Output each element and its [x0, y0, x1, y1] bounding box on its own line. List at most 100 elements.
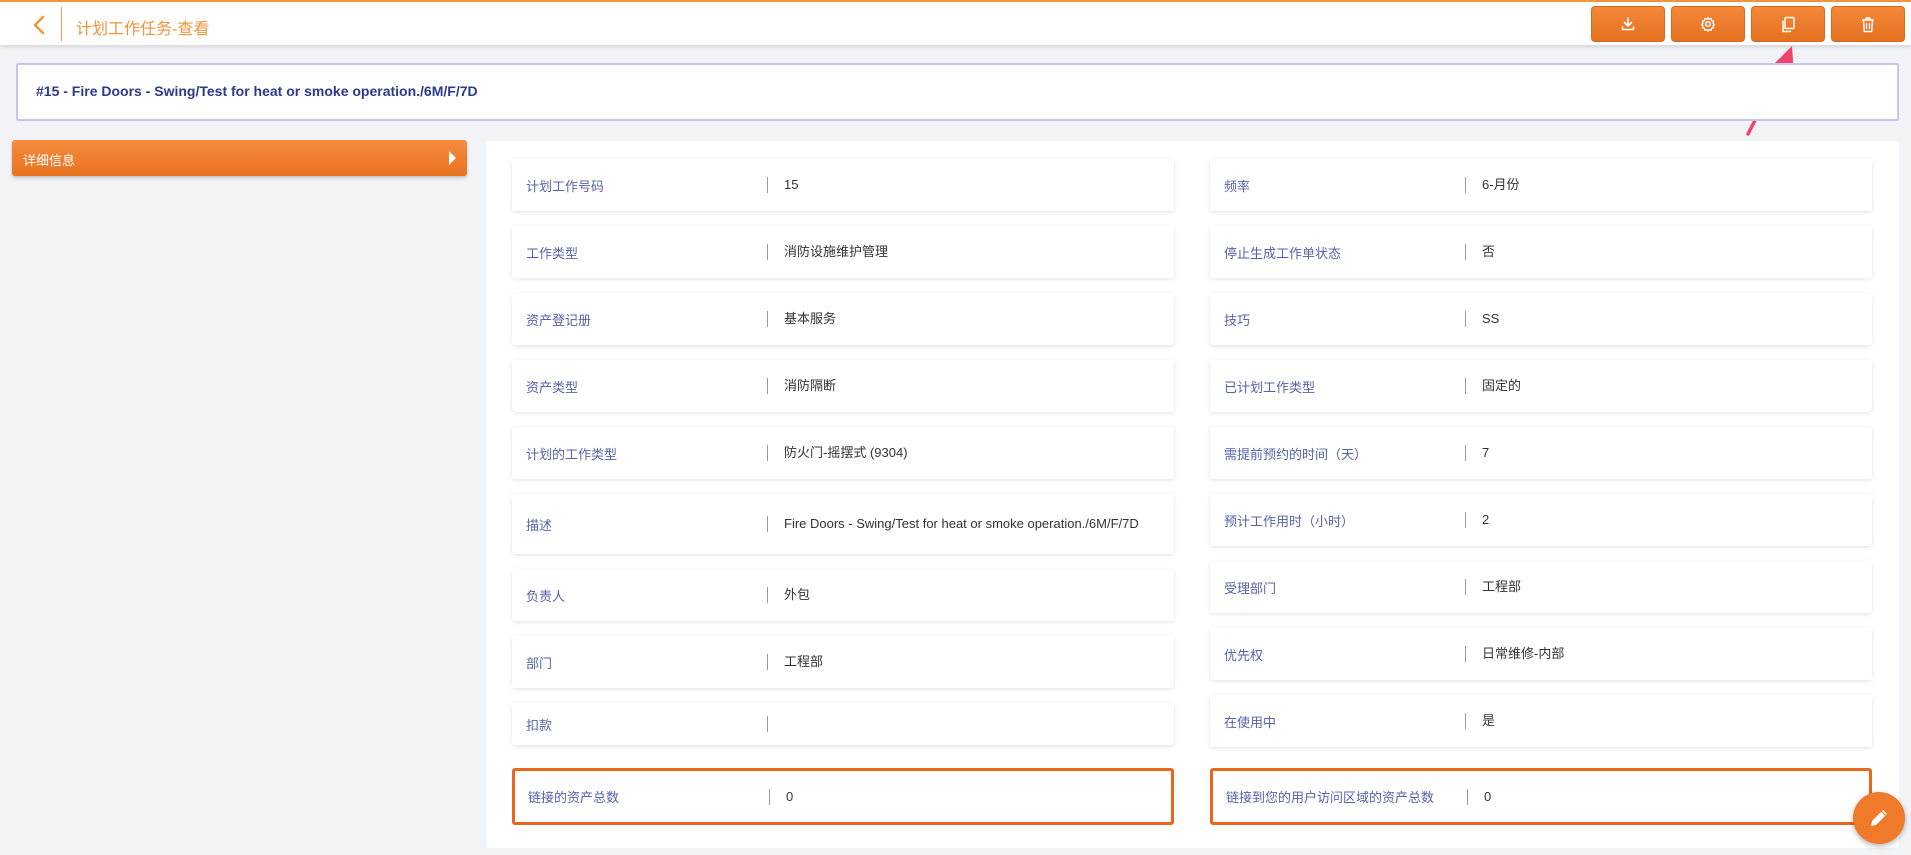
- download-icon: [1621, 17, 1635, 31]
- field-separator: [1465, 646, 1466, 662]
- chevron-left-icon: [33, 15, 45, 35]
- field-estimated-hours: 预计工作用时（小时） 2: [1210, 494, 1872, 546]
- copy-button[interactable]: [1751, 6, 1825, 42]
- field-separator: [767, 244, 768, 260]
- field-separator: [1465, 311, 1466, 327]
- field-label: 链接到您的用户访问区域的资产总数: [1226, 790, 1435, 805]
- field-user-area-asset-total: 链接到您的用户访问区域的资产总数 0: [1210, 768, 1872, 825]
- field-linked-asset-total: 链接的资产总数 0: [512, 768, 1174, 825]
- field-value: 日常维修-内部: [1482, 646, 1565, 661]
- field-owner: 负责人 外包: [512, 569, 1174, 621]
- field-label: 停止生成工作单状态: [1224, 245, 1342, 261]
- field-label: 已计划工作类型: [1224, 379, 1316, 395]
- field-value: 6-月份: [1482, 177, 1520, 192]
- field-separator: [1465, 378, 1466, 394]
- details-panel: 计划工作号码 15 工作类型 消防设施维护管理 资产登记册 基本服务 资产类型 …: [486, 141, 1899, 848]
- delete-button[interactable]: [1831, 6, 1905, 42]
- field-handling-department: 受理部门 工程部: [1210, 561, 1872, 613]
- field-frequency: 频率 6-月份: [1210, 159, 1872, 211]
- field-label: 资产登记册: [526, 312, 592, 328]
- field-separator: [1465, 512, 1466, 528]
- field-label: 资产类型: [526, 379, 579, 395]
- field-separator: [767, 378, 768, 394]
- field-priority: 优先权 日常维修-内部: [1210, 628, 1872, 680]
- tab-details-label: 详细信息: [23, 153, 76, 168]
- field-separator: [769, 788, 770, 805]
- download-button[interactable]: [1591, 6, 1665, 42]
- field-separator: [767, 587, 768, 603]
- tab-details[interactable]: 详细信息: [12, 140, 467, 176]
- field-separator: [1465, 177, 1466, 193]
- back-button[interactable]: [18, 10, 60, 40]
- topbar-divider: [61, 7, 62, 41]
- field-label: 在使用中: [1224, 714, 1277, 730]
- caret-right-icon: [449, 151, 456, 165]
- field-work-type: 工作类型 消防设施维护管理: [512, 226, 1174, 278]
- edit-button[interactable]: [1853, 792, 1905, 844]
- gear-icon: [1700, 16, 1716, 32]
- field-separator: [1465, 713, 1466, 729]
- field-label: 计划工作号码: [526, 178, 605, 194]
- field-separator: [1465, 244, 1466, 260]
- field-asset-register: 资产登记册 基本服务: [512, 293, 1174, 345]
- field-label: 频率: [1224, 178, 1251, 194]
- record-title: #15 - Fire Doors - Swing/Test for heat o…: [36, 83, 478, 99]
- settings-button[interactable]: [1671, 6, 1745, 42]
- field-value: 消防隔断: [784, 378, 837, 393]
- field-label: 描述: [526, 517, 553, 533]
- field-value: 2: [1482, 512, 1490, 527]
- pencil-icon: [1871, 810, 1887, 826]
- field-value: Fire Doors - Swing/Test for heat or smok…: [784, 516, 1139, 531]
- field-label: 链接的资产总数: [528, 790, 620, 805]
- field-scheduled-work-type: 已计划工作类型 固定的: [1210, 360, 1872, 412]
- field-asset-type: 资产类型 消防隔断: [512, 360, 1174, 412]
- field-separator: [1465, 579, 1466, 595]
- field-value: 基本服务: [784, 311, 837, 326]
- field-value: 工程部: [784, 654, 824, 669]
- field-label: 受理部门: [1224, 580, 1277, 596]
- field-separator: [1465, 445, 1466, 461]
- field-label: 部门: [526, 655, 553, 671]
- field-separator: [767, 716, 768, 732]
- field-value: 15: [784, 177, 799, 192]
- record-title-card: #15 - Fire Doors - Swing/Test for heat o…: [16, 63, 1899, 121]
- page-title: 计划工作任务-查看: [76, 21, 210, 38]
- field-stop-generating: 停止生成工作单状态 否: [1210, 226, 1872, 278]
- field-value: 7: [1482, 445, 1490, 460]
- field-value: 0: [1484, 788, 1492, 804]
- field-label: 工作类型: [526, 245, 579, 261]
- field-label: 技巧: [1224, 312, 1251, 328]
- field-value: 外包: [784, 587, 811, 602]
- field-separator: [767, 445, 768, 461]
- field-label: 扣款: [526, 717, 553, 733]
- field-department: 部门 工程部: [512, 636, 1174, 688]
- field-value: 是: [1482, 713, 1496, 728]
- field-deduction: 扣款: [512, 703, 1174, 745]
- field-label: 预计工作用时（小时）: [1224, 513, 1355, 529]
- field-planned-work-type: 计划的工作类型 防火门-摇摆式 (9304): [512, 427, 1174, 479]
- top-bar: 计划工作任务-查看: [0, 0, 1911, 45]
- field-description: 描述 Fire Doors - Swing/Test for heat or s…: [512, 494, 1174, 554]
- field-value: 固定的: [1482, 378, 1522, 393]
- field-separator: [767, 516, 768, 532]
- field-value: SS: [1482, 311, 1500, 326]
- field-separator: [767, 311, 768, 327]
- copy-icon: [1782, 16, 1795, 32]
- field-advance-booking-days: 需提前预约的时间（天） 7: [1210, 427, 1872, 479]
- field-value: 消防设施维护管理: [784, 244, 889, 259]
- field-label: 负责人: [526, 588, 566, 604]
- field-value: [784, 703, 1154, 745]
- field-label: 需提前预约的时间（天）: [1224, 446, 1368, 462]
- field-label: 计划的工作类型: [526, 446, 618, 462]
- field-separator: [767, 654, 768, 670]
- field-value: 工程部: [1482, 579, 1522, 594]
- field-value: 否: [1482, 244, 1496, 259]
- field-value: 防火门-摇摆式 (9304): [784, 445, 908, 460]
- field-value: 0: [786, 788, 794, 804]
- field-skill: 技巧 SS: [1210, 293, 1872, 345]
- trash-icon: [1862, 16, 1874, 32]
- field-plan-number: 计划工作号码 15: [512, 159, 1174, 211]
- field-separator: [1467, 788, 1468, 805]
- field-in-use: 在使用中 是: [1210, 695, 1872, 747]
- field-label: 优先权: [1224, 647, 1264, 663]
